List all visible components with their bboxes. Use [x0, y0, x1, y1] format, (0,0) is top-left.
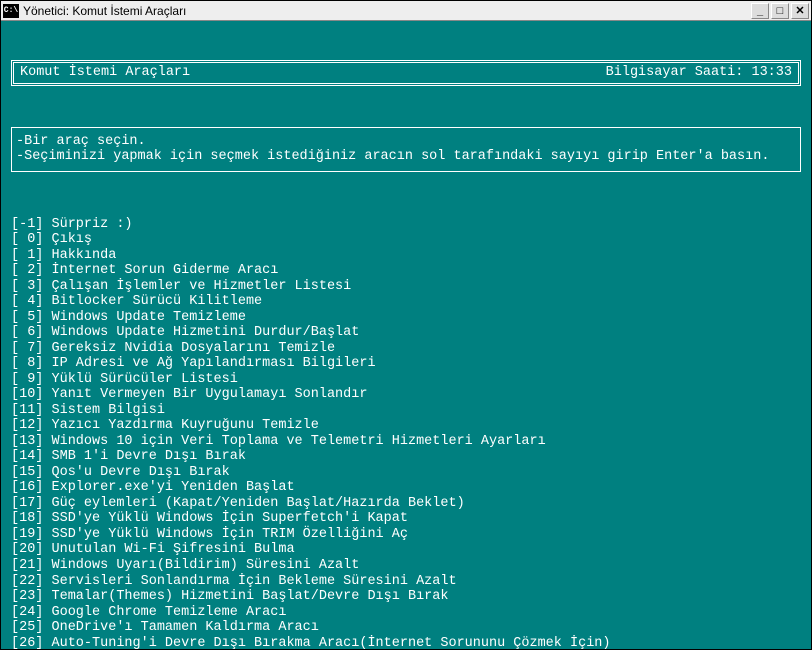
- instruction-line-2: -Seçiminizi yapmak için seçmek istediğin…: [16, 149, 796, 165]
- menu-item: [ 5] Windows Update Temizleme: [11, 310, 801, 326]
- terminal-body[interactable]: Komut İstemi Araçları Bilgisayar Saati: …: [1, 21, 811, 649]
- menu-item: [15] Qos'u Devre Dışı Bırak: [11, 465, 801, 481]
- menu-item: [23] Temalar(Themes) Hizmetini Başlat/De…: [11, 589, 801, 605]
- window-title: Yönetici: Komut İstemi Araçları: [23, 4, 751, 18]
- window-frame: C:\ Yönetici: Komut İstemi Araçları _ □ …: [0, 0, 812, 650]
- menu-item: [17] Güç eylemleri (Kapat/Yeniden Başlat…: [11, 496, 801, 512]
- menu-item: [ 6] Windows Update Hizmetini Durdur/Baş…: [11, 325, 801, 341]
- close-button[interactable]: ✕: [791, 3, 809, 19]
- menu-item: [ 2] İnternet Sorun Giderme Aracı: [11, 263, 801, 279]
- header-box: Komut İstemi Araçları Bilgisayar Saati: …: [11, 60, 801, 86]
- maximize-button[interactable]: □: [771, 3, 789, 19]
- minimize-button[interactable]: _: [751, 3, 769, 19]
- menu-item: [13] Windows 10 için Veri Toplama ve Tel…: [11, 434, 801, 450]
- menu-item: [24] Google Chrome Temizleme Aracı: [11, 605, 801, 621]
- menu-item: [12] Yazıcı Yazdırma Kuyruğunu Temizle: [11, 418, 801, 434]
- menu-item: [ 8] IP Adresi ve Ağ Yapılandırması Bilg…: [11, 356, 801, 372]
- menu-item: [ 7] Gereksiz Nvidia Dosyalarını Temizle: [11, 341, 801, 357]
- menu-item: [10] Yanıt Vermeyen Bir Uygulamayı Sonla…: [11, 387, 801, 403]
- menu-item: [18] SSD'ye Yüklü Windows İçin Superfetc…: [11, 511, 801, 527]
- clock-label: Bilgisayar Saati: 13:33: [606, 65, 792, 81]
- menu-item: [22] Servisleri Sonlandırma İçin Bekleme…: [11, 574, 801, 590]
- menu-item: [ 0] Çıkış: [11, 232, 801, 248]
- menu-item: [26] Auto-Tuning'i Devre Dışı Bırakma Ar…: [11, 636, 801, 649]
- menu-item: [14] SMB 1'i Devre Dışı Bırak: [11, 449, 801, 465]
- menu-item: [19] SSD'ye Yüklü Windows İçin TRIM Özel…: [11, 527, 801, 543]
- menu-item: [ 4] Bitlocker Sürücü Kilitleme: [11, 294, 801, 310]
- app-title: Komut İstemi Araçları: [20, 65, 190, 81]
- menu-item: [20] Unutulan Wi-Fi Şifresini Bulma: [11, 542, 801, 558]
- menu-item: [-1] Sürpriz :): [11, 217, 801, 233]
- window-controls: _ □ ✕: [751, 3, 809, 19]
- menu-item: [11] Sistem Bilgisi: [11, 403, 801, 419]
- titlebar[interactable]: C:\ Yönetici: Komut İstemi Araçları _ □ …: [1, 1, 811, 21]
- instructions-box: -Bir araç seçin.-Seçiminizi yapmak için …: [11, 127, 801, 172]
- menu-item: [21] Windows Uyarı(Bildirim) Süresini Az…: [11, 558, 801, 574]
- menu-item: [ 3] Çalışan İşlemler ve Hizmetler Liste…: [11, 279, 801, 295]
- menu-list: [-1] Sürpriz :)[ 0] Çıkış[ 1] Hakkında[ …: [11, 217, 801, 649]
- app-icon: C:\: [3, 4, 19, 18]
- instruction-line-1: -Bir araç seçin.: [16, 134, 796, 150]
- menu-item: [25] OneDrive'ı Tamamen Kaldırma Aracı: [11, 620, 801, 636]
- menu-item: [16] Explorer.exe'yi Yeniden Başlat: [11, 480, 801, 496]
- menu-item: [ 1] Hakkında: [11, 248, 801, 264]
- menu-item: [ 9] Yüklü Sürücüler Listesi: [11, 372, 801, 388]
